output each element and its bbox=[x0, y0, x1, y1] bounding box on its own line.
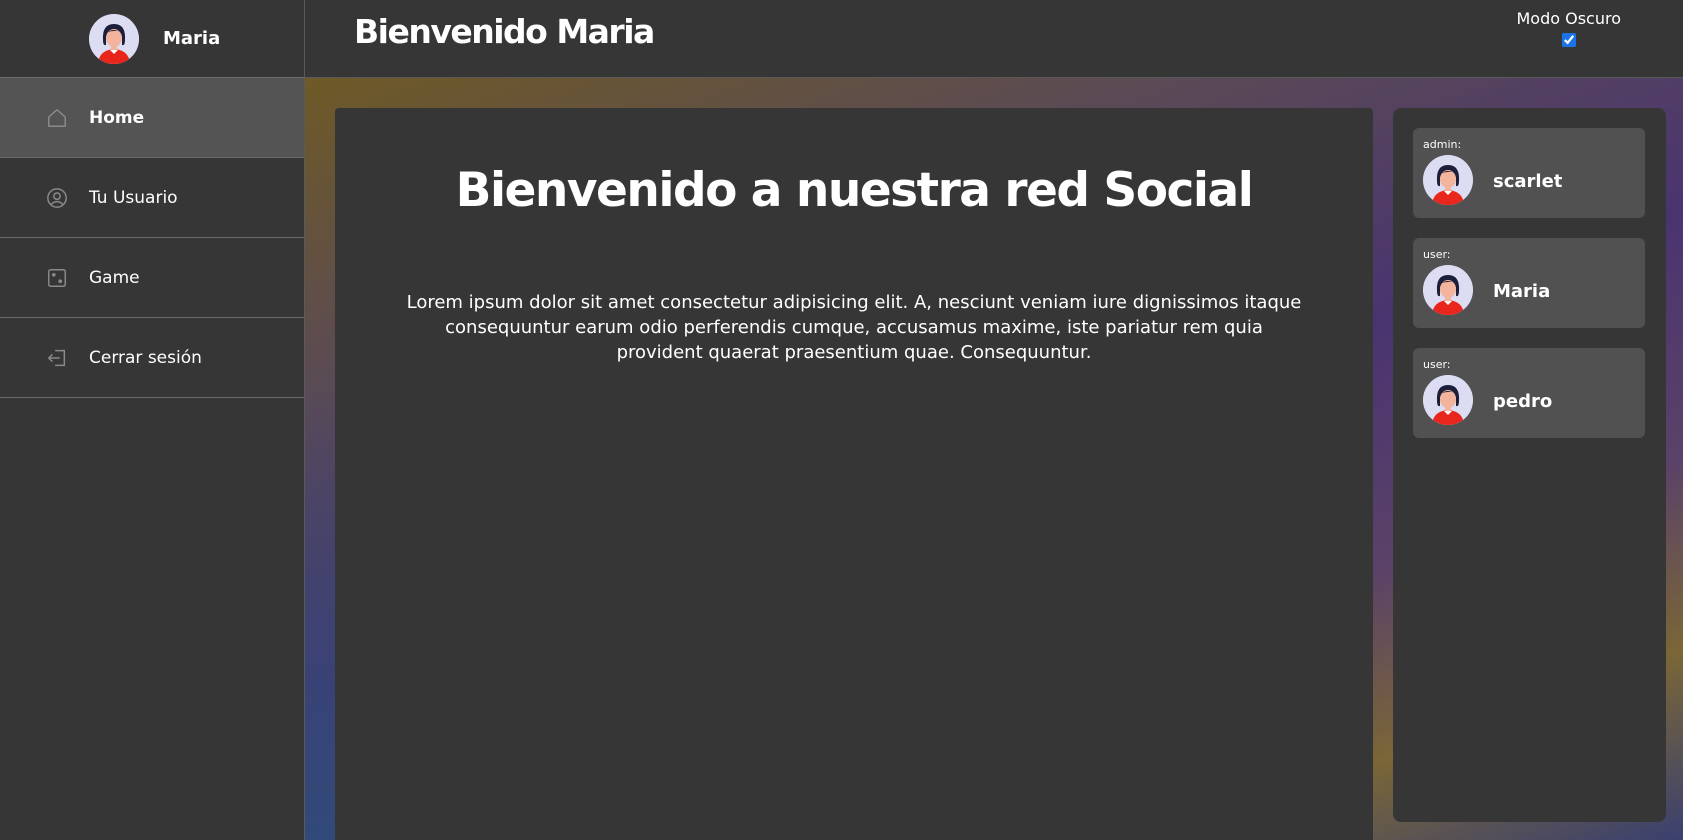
dark-mode-checkbox[interactable] bbox=[1561, 33, 1576, 47]
sidebar-item-label: Game bbox=[89, 267, 140, 288]
users-panel: admin: scarlet user: Maria user: pedro bbox=[1393, 108, 1666, 822]
female-avatar-icon bbox=[1423, 265, 1473, 315]
main-heading: Bienvenido a nuestra red Social bbox=[455, 163, 1254, 218]
page-title: Bienvenido Maria bbox=[354, 12, 655, 51]
user-role: user: bbox=[1423, 248, 1451, 261]
sidebar-item-label: Home bbox=[89, 107, 145, 128]
user-role: admin: bbox=[1423, 138, 1462, 151]
main-body-text: Lorem ipsum dolor sit amet consectetur a… bbox=[406, 292, 1302, 363]
sidebar-item-label: Cerrar sesión bbox=[89, 347, 202, 368]
sidebar-item-tu-usuario[interactable]: Tu Usuario bbox=[0, 158, 304, 238]
sidebar-profile[interactable]: Maria bbox=[0, 0, 304, 78]
user-circle-icon bbox=[45, 186, 69, 210]
sidebar-item-home[interactable]: Home bbox=[0, 78, 304, 158]
profile-name: Maria bbox=[163, 28, 221, 49]
female-avatar-icon bbox=[1423, 155, 1473, 205]
user-name: Maria bbox=[1493, 281, 1551, 302]
dark-mode-toggle: Modo Oscuro bbox=[1516, 9, 1621, 47]
user-name: scarlet bbox=[1493, 171, 1563, 192]
sidebar-item-cerrar-sesion[interactable]: Cerrar sesión bbox=[0, 318, 304, 398]
user-card[interactable]: user: pedro bbox=[1413, 348, 1645, 438]
content-area: Bienvenido a nuestra red Social Lorem ip… bbox=[305, 78, 1683, 840]
user-card[interactable]: user: Maria bbox=[1413, 238, 1645, 328]
home-icon bbox=[45, 106, 69, 130]
app-root: Maria Home Tu Usuario Game Cerrar sesión… bbox=[0, 0, 1683, 840]
sidebar-item-game[interactable]: Game bbox=[0, 238, 304, 318]
top-header: Bienvenido Maria Modo Oscuro bbox=[305, 0, 1683, 78]
dice-icon bbox=[45, 266, 69, 290]
female-avatar-icon bbox=[1423, 375, 1473, 425]
sidebar: Maria Home Tu Usuario Game Cerrar sesión bbox=[0, 0, 305, 840]
female-avatar-icon bbox=[89, 13, 139, 64]
user-role: user: bbox=[1423, 358, 1451, 371]
logout-icon bbox=[45, 346, 69, 370]
main-panel: Bienvenido a nuestra red Social Lorem ip… bbox=[335, 108, 1373, 840]
sidebar-item-label: Tu Usuario bbox=[89, 187, 178, 208]
user-name: pedro bbox=[1493, 391, 1553, 412]
dark-mode-label: Modo Oscuro bbox=[1516, 9, 1621, 28]
user-card[interactable]: admin: scarlet bbox=[1413, 128, 1645, 218]
